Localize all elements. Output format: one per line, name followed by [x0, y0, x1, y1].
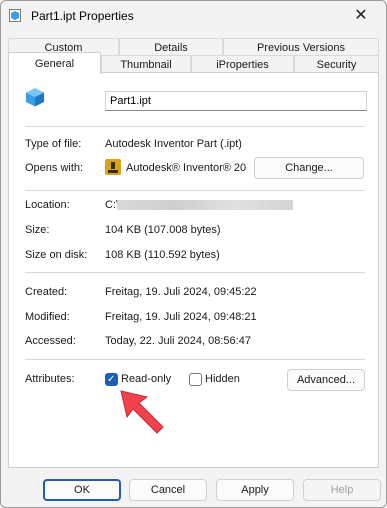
- properties-dialog: Part1.ipt Properties ✕ Custom Details Pr…: [0, 0, 387, 508]
- general-panel: Type of file: Autodesk Inventor Part (.i…: [8, 72, 379, 468]
- modified-label: Modified:: [25, 311, 70, 323]
- redacted-path: [117, 200, 293, 210]
- hidden-checkbox[interactable]: [189, 373, 202, 386]
- size-value: 104 KB (107.008 bytes): [105, 224, 221, 236]
- red-arrow-icon: [120, 390, 164, 434]
- attributes-label: Attributes:: [25, 373, 75, 385]
- file-name-input[interactable]: [105, 91, 367, 111]
- help-button[interactable]: Help: [303, 479, 381, 501]
- file-icon: [9, 9, 21, 22]
- created-label: Created:: [25, 286, 68, 298]
- inventor-app-icon: [105, 159, 121, 175]
- separator: [25, 272, 365, 273]
- check-icon: ✓: [107, 374, 116, 385]
- tab-iproperties[interactable]: iProperties: [191, 55, 294, 73]
- modified-value: Freitag, 19. Juli 2024, 09:48:21: [105, 311, 257, 323]
- tab-thumbnail[interactable]: Thumbnail: [101, 55, 191, 73]
- read-only-checkbox[interactable]: ✓: [105, 373, 118, 386]
- size-on-disk-value: 108 KB (110.592 bytes): [105, 249, 220, 261]
- window-title: Part1.ipt Properties: [31, 9, 134, 23]
- separator: [25, 359, 365, 360]
- opens-with-label: Opens with:: [25, 162, 84, 174]
- created-value: Freitag, 19. Juli 2024, 09:45:22: [105, 286, 257, 298]
- title-bar: Part1.ipt Properties ✕: [1, 1, 386, 33]
- accessed-label: Accessed:: [25, 335, 76, 347]
- cube-icon: [26, 88, 44, 107]
- tab-security[interactable]: Security: [294, 55, 379, 73]
- type-of-file-value: Autodesk Inventor Part (.ipt): [105, 138, 242, 150]
- opens-with-value: Autodesk® Inventor® 20: [126, 162, 247, 174]
- ok-button[interactable]: OK: [43, 479, 121, 501]
- advanced-button[interactable]: Advanced...: [287, 369, 365, 391]
- tab-general[interactable]: General: [8, 52, 101, 74]
- location-label: Location:: [25, 199, 70, 211]
- change-button[interactable]: Change...: [254, 157, 364, 179]
- separator: [25, 126, 365, 127]
- type-of-file-label: Type of file:: [25, 138, 82, 150]
- separator: [25, 190, 365, 191]
- read-only-label[interactable]: Read-only: [121, 373, 171, 385]
- size-on-disk-label: Size on disk:: [25, 249, 88, 261]
- apply-button[interactable]: Apply: [216, 479, 294, 501]
- hidden-label[interactable]: Hidden: [205, 373, 240, 385]
- size-label: Size:: [25, 224, 50, 236]
- cancel-button[interactable]: Cancel: [129, 479, 207, 501]
- close-button[interactable]: ✕: [346, 5, 376, 27]
- accessed-value: Today, 22. Juli 2024, 08:56:47: [105, 335, 251, 347]
